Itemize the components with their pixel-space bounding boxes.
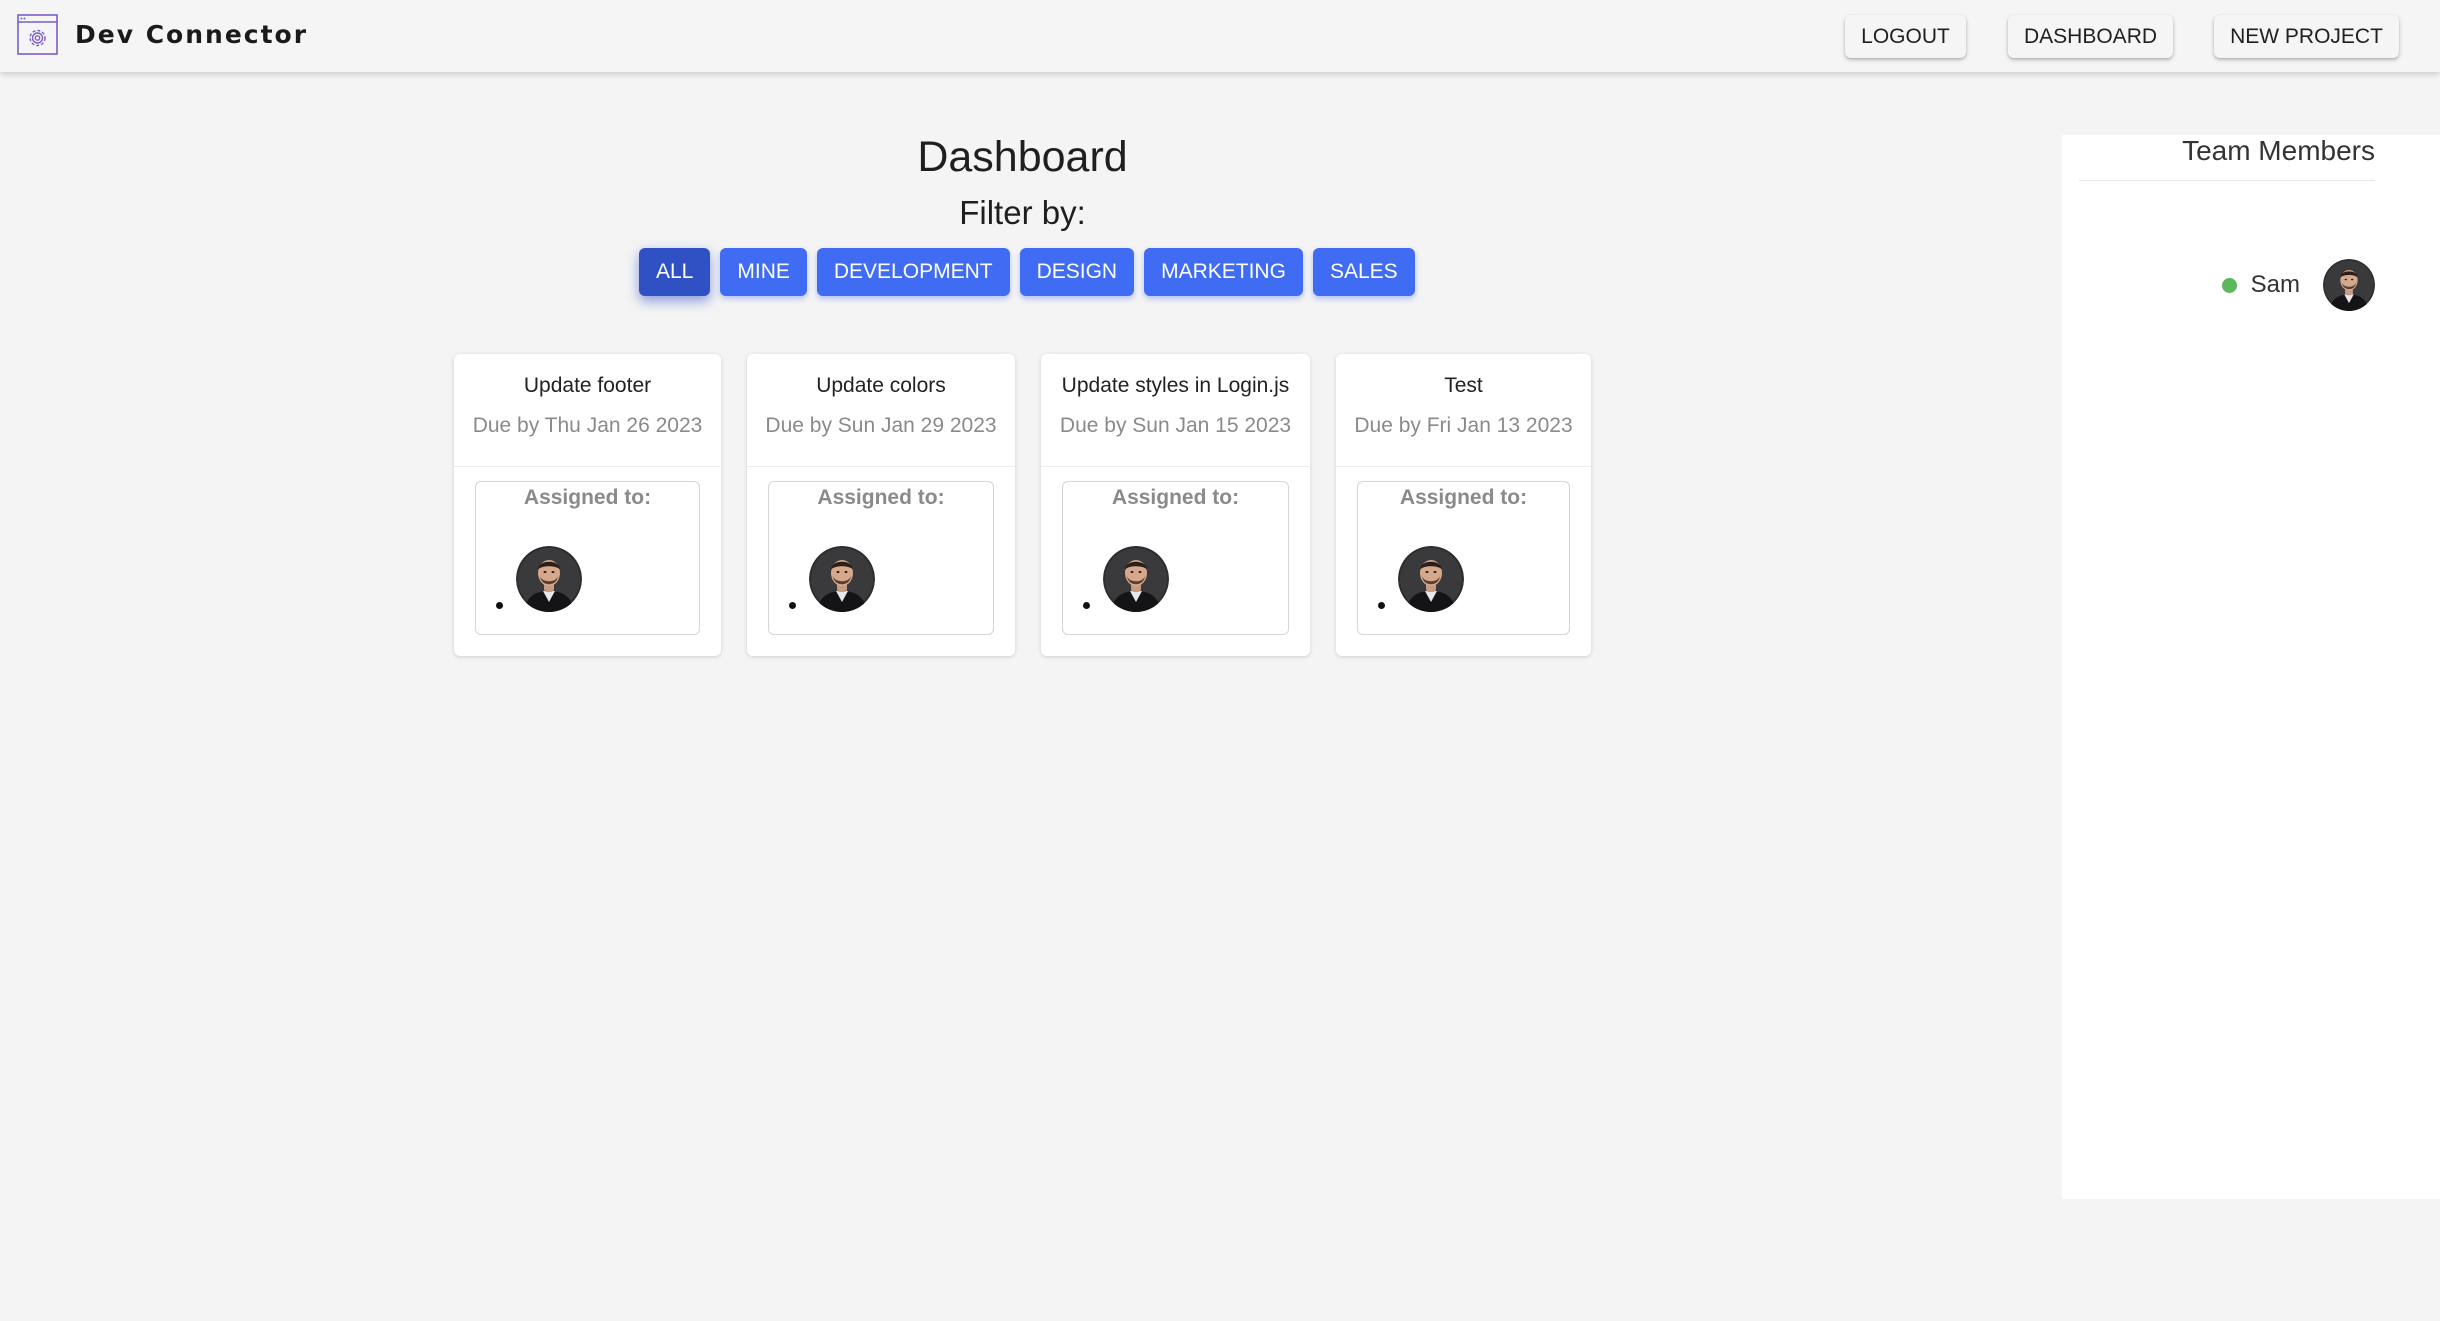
logout-button[interactable]: LOGOUT <box>1845 15 1966 58</box>
assigned-label: Assigned to: <box>1399 486 1528 509</box>
bullet <box>496 602 503 609</box>
assignee <box>1378 546 1464 612</box>
task-due-date: Due by Thu Jan 26 2023 <box>472 414 703 437</box>
brand-name: Dev Connector <box>75 19 309 49</box>
filter-label: Filter by: <box>959 194 1086 231</box>
filter-development-button[interactable]: DEVELOPMENT <box>816 248 1010 296</box>
assigned-label: Assigned to: <box>817 486 945 509</box>
task-card[interactable]: Test Due by Fri Jan 13 2023 Assigned to: <box>1336 354 1591 656</box>
bullet <box>1378 602 1385 609</box>
task-card-header: Test Due by Fri Jan 13 2023 <box>1336 354 1591 467</box>
new-project-button[interactable]: NEW PROJECT <box>2214 15 2399 58</box>
team-members-title: Team Members <box>2182 135 2375 166</box>
task-title: Test <box>1444 374 1483 397</box>
filter-marketing-button[interactable]: MARKETING <box>1144 248 1303 296</box>
assigned-box: Assigned to: <box>768 481 994 635</box>
assignee <box>789 546 875 612</box>
task-title: Update colors <box>816 374 946 397</box>
brand[interactable]: Dev Connector <box>17 13 308 55</box>
task-title: Update footer <box>523 374 652 397</box>
filter-design-button[interactable]: DESIGN <box>1019 248 1135 296</box>
online-status-icon <box>2221 277 2237 293</box>
task-card[interactable]: Update styles in Login.js Due by Sun Jan… <box>1041 354 1310 656</box>
assigned-label: Assigned to: <box>1111 486 1240 509</box>
task-due-date: Due by Sun Jan 29 2023 <box>765 414 997 437</box>
task-due-date: Due by Fri Jan 13 2023 <box>1354 414 1573 437</box>
assignee <box>1083 546 1169 612</box>
task-card-header: Update colors Due by Sun Jan 29 2023 <box>747 354 1015 467</box>
avatar <box>1103 546 1169 612</box>
task-due-date: Due by Sun Jan 15 2023 <box>1059 414 1292 437</box>
task-title: Update styles in Login.js <box>1061 374 1290 397</box>
avatar <box>2323 259 2375 311</box>
settings-window-icon <box>17 13 58 55</box>
task-card[interactable]: Update footer Due by Thu Jan 26 2023 Ass… <box>454 354 721 656</box>
top-navbar: Dev Connector LOGOUT DASHBOARD NEW PROJE… <box>0 0 2440 72</box>
filter-bar: ALL MINE DEVELOPMENT DESIGN MARKETING SA… <box>639 248 1425 296</box>
bullet <box>789 602 796 609</box>
task-card[interactable]: Update colors Due by Sun Jan 29 2023 Ass… <box>747 354 1015 656</box>
team-member[interactable]: Sam <box>2221 259 2375 311</box>
team-members-panel: Team Members Sam <box>2062 135 2440 1199</box>
assigned-box: Assigned to: <box>1062 481 1289 635</box>
filter-mine-button[interactable]: MINE <box>720 248 807 296</box>
dashboard-button[interactable]: DASHBOARD <box>2008 15 2173 58</box>
assigned-box: Assigned to: <box>1357 481 1570 635</box>
assigned-box: Assigned to: <box>475 481 700 635</box>
task-card-header: Update styles in Login.js Due by Sun Jan… <box>1041 354 1310 467</box>
task-list: Update footer Due by Thu Jan 26 2023 Ass… <box>454 354 1617 656</box>
avatar <box>1398 546 1464 612</box>
bullet <box>1083 602 1090 609</box>
divider <box>2079 180 2375 181</box>
assigned-label: Assigned to: <box>523 486 652 509</box>
filter-sales-button[interactable]: SALES <box>1312 248 1415 296</box>
assignee <box>496 546 582 612</box>
page-title: Dashboard <box>917 133 1128 181</box>
filter-all-button[interactable]: ALL <box>639 248 711 296</box>
avatar <box>516 546 582 612</box>
member-name: Sam <box>2250 271 2300 298</box>
task-card-header: Update footer Due by Thu Jan 26 2023 <box>454 354 721 467</box>
avatar <box>809 546 875 612</box>
